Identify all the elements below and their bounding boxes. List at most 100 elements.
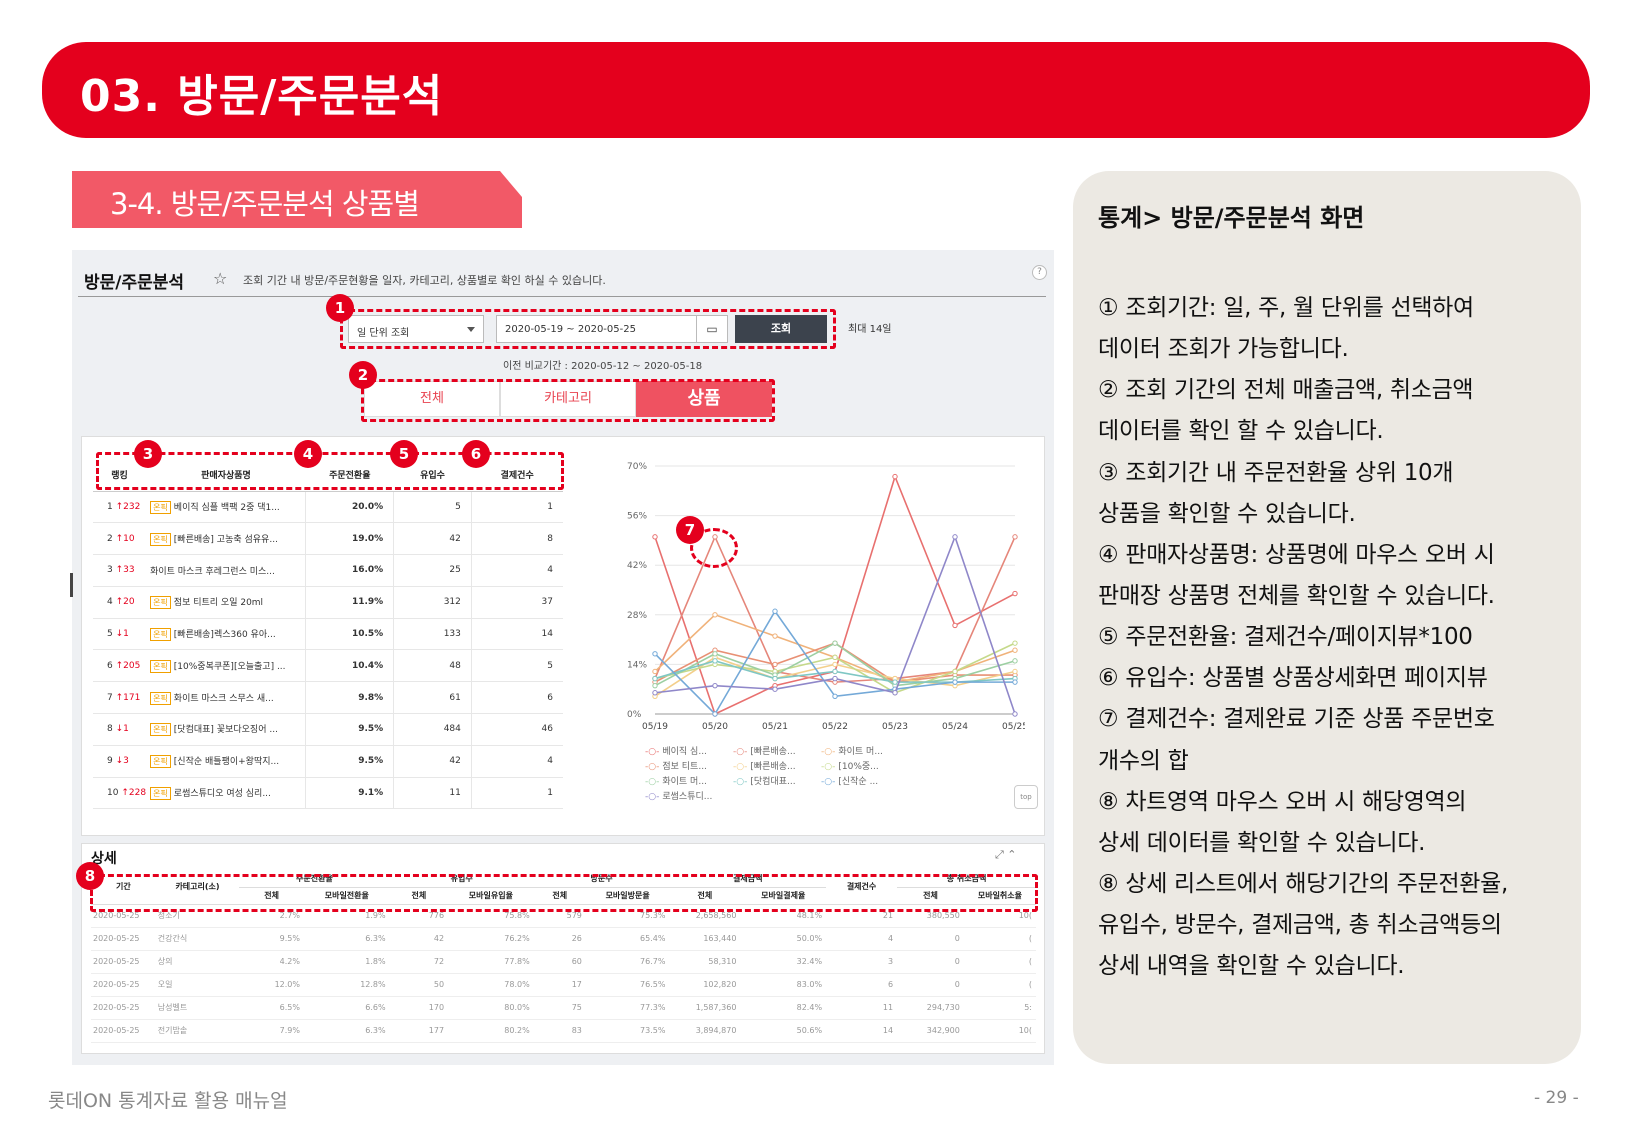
data-point bbox=[772, 608, 778, 614]
legend-item[interactable]: -○- [신작순 ... bbox=[821, 775, 909, 790]
rank-row[interactable]: 9 ↓3 온픽 [신작순 배틀팽이+왕딱지... 9.5% 42 4 bbox=[93, 745, 563, 778]
rank-row[interactable]: 4 ↑20 온픽 점보 티트리 오일 20ml 11.9% 312 37 bbox=[93, 586, 563, 619]
x-tick-label: 05/20 bbox=[702, 722, 728, 732]
top-button[interactable]: top bbox=[1014, 785, 1038, 809]
product-name: [빠른배송] 고농축 섬유유... bbox=[173, 534, 278, 545]
legend-label: 점보 티트... bbox=[662, 762, 707, 772]
detail-cell: 163,440 bbox=[669, 927, 741, 951]
rank-row[interactable]: 2 ↑10 온픽 [빠른배송] 고농축 섬유유... 19.0% 42 8 bbox=[93, 522, 563, 556]
x-tick-label: 05/24 bbox=[942, 722, 968, 732]
rank-cell: 1 ↑232 bbox=[93, 491, 147, 524]
detail-cell: 76.5% bbox=[585, 973, 670, 997]
data-point bbox=[832, 640, 838, 646]
conversion-value: 9.8% bbox=[305, 681, 395, 715]
expand-collapse-icon[interactable]: ⤢ ⌃ bbox=[995, 848, 1017, 862]
annotation-badge-1: 1 bbox=[326, 294, 354, 322]
product-name: [닷컴대표] 꽃보다오징어 ... bbox=[173, 725, 278, 736]
rank-row[interactable]: 6 ↑205 온픽 [10%중복쿠폰][오늘출고] ... 10.4% 48 5 bbox=[93, 649, 563, 683]
legend-label: [신작순 ... bbox=[838, 777, 879, 787]
legend-item[interactable]: -○- 화이트 머... bbox=[645, 775, 733, 790]
inflow-value: 5 bbox=[393, 491, 472, 524]
legend-item[interactable]: -○- [닷컴대표... bbox=[733, 775, 821, 790]
legend-marker-icon: -○- bbox=[645, 792, 660, 802]
series-line bbox=[654, 642, 1016, 694]
rank-number: 5 bbox=[107, 629, 113, 640]
favorite-star-icon[interactable]: ☆ bbox=[213, 269, 227, 288]
inflow-value: 48 bbox=[393, 649, 472, 683]
data-point bbox=[1012, 668, 1018, 675]
product-name-cell[interactable]: 온픽 점보 티트리 오일 20ml bbox=[146, 586, 307, 619]
product-name: 점보 티트리 오일 20ml bbox=[173, 598, 264, 609]
detail-cell: 2020-05-25 bbox=[91, 927, 156, 951]
legend-item[interactable]: -○- 베이직 심... bbox=[645, 745, 733, 760]
product-name-cell[interactable]: 온픽 [닷컴대표] 꽃보다오징어 ... bbox=[146, 713, 307, 746]
product-name: [빠른배송]렉스360 유아... bbox=[173, 630, 276, 641]
product-name-cell[interactable]: 온픽 [빠른배송]렉스360 유아... bbox=[146, 618, 307, 651]
data-point bbox=[1012, 590, 1018, 597]
detail-cell: 72 bbox=[389, 950, 449, 974]
legend-item[interactable]: -○- 점보 티트... bbox=[645, 760, 733, 775]
detail-cell: 상의 bbox=[155, 950, 240, 974]
legend-item[interactable]: -○- 로썸스튜디... bbox=[645, 790, 733, 805]
rank-cell: 9 ↓3 bbox=[93, 745, 147, 778]
product-name-cell[interactable]: 온픽 [빠른배송] 고농축 섬유유... bbox=[146, 522, 307, 556]
product-name-cell[interactable]: 온픽 로썸스튜디오 여성 심리... bbox=[146, 777, 307, 810]
detail-cell: 294,730 bbox=[897, 996, 964, 1020]
description-line: 유입수, 방문수, 결제금액, 총 취소금액등의 bbox=[1098, 912, 1502, 938]
detail-cell: 10( bbox=[963, 1019, 1036, 1043]
legend-item[interactable]: -○- [빠른배송... bbox=[733, 745, 821, 760]
detail-cell: ( bbox=[963, 927, 1036, 951]
detail-cell: 7.9% bbox=[239, 1019, 304, 1043]
conversion-value: 20.0% bbox=[305, 491, 395, 524]
conversion-line-chart[interactable]: 0% 14% 28% 42% 56% 70% 05/19 05/20 05/21 05/22 05/… bbox=[595, 456, 1025, 736]
product-name: 로썸스튜디오 여성 심리... bbox=[173, 789, 271, 800]
on-badge: 온픽 bbox=[150, 659, 171, 673]
legend-label: 베이직 심... bbox=[662, 747, 707, 757]
rank-number: 6 bbox=[107, 660, 113, 671]
rank-row[interactable]: 7 ↑171 온픽 화이트 마스크 스무스 새... 9.8% 61 6 bbox=[93, 681, 563, 715]
rank-number: 10 bbox=[107, 788, 119, 799]
help-icon[interactable]: ? bbox=[1032, 265, 1047, 280]
screen-title: 방문/주문분석 bbox=[84, 273, 185, 293]
data-point bbox=[832, 654, 838, 661]
product-name: [10%중복쿠폰][오늘출고] ... bbox=[173, 661, 286, 672]
y-tick-label: 70% bbox=[627, 462, 647, 472]
on-badge: 온픽 bbox=[150, 723, 171, 737]
detail-cell: 60 bbox=[533, 950, 586, 974]
legend-item[interactable]: -○- [10%중... bbox=[821, 760, 909, 775]
detail-cell: 26 bbox=[533, 927, 586, 951]
product-name-cell[interactable]: 온픽 베이직 심플 백팩 2중 댁1... bbox=[146, 491, 307, 524]
rank-row[interactable]: 5 ↓1 온픽 [빠른배송]렉스360 유아... 10.5% 133 14 bbox=[93, 618, 563, 651]
rank-number: 3 bbox=[107, 565, 113, 576]
rank-row[interactable]: 1 ↑232 온픽 베이직 심플 백팩 2중 댁1... 20.0% 5 1 bbox=[93, 491, 563, 524]
screen-description: 조회 기간 내 방문/주문현황을 일자, 카테고리, 상품별로 확인 하실 수 … bbox=[243, 274, 606, 287]
data-point bbox=[772, 633, 778, 639]
detail-cell: ( bbox=[963, 950, 1036, 974]
rank-row[interactable]: 8 ↓1 온픽 [닷컴대표] 꽃보다오징어 ... 9.5% 484 46 bbox=[93, 713, 563, 746]
product-name-cell[interactable]: 화이트 마스크 후레그런스 미스... bbox=[146, 554, 307, 587]
detail-cell: 4 bbox=[826, 927, 898, 951]
rank-row[interactable]: 10 ↑228 온픽 로썸스튜디오 여성 심리... 9.1% 11 1 bbox=[93, 777, 563, 810]
product-name-cell[interactable]: 온픽 화이트 마스크 스무스 새... bbox=[146, 681, 307, 715]
detail-cell: 3,894,870 bbox=[669, 1019, 741, 1043]
description-line: 데이터 조회가 가능합니다. bbox=[1098, 336, 1349, 362]
legend-item[interactable]: -○- [빠른배송... bbox=[733, 760, 821, 775]
rank-row[interactable]: 3 ↑33 화이트 마스크 후레그런스 미스... 16.0% 25 4 bbox=[93, 554, 563, 587]
detail-cell: 3 bbox=[826, 950, 898, 974]
product-name-cell[interactable]: 온픽 [신작순 배틀팽이+왕딱지... bbox=[146, 745, 307, 778]
legend-item[interactable]: -○- 화이트 머... bbox=[821, 745, 909, 760]
detail-cell: 50 bbox=[389, 973, 449, 997]
data-point bbox=[832, 675, 838, 682]
legend-label: [빠른배송... bbox=[750, 747, 796, 757]
product-name-cell[interactable]: 온픽 [10%중복쿠폰][오늘출고] ... bbox=[146, 649, 307, 683]
rank-number: 1 bbox=[107, 501, 113, 512]
detail-cell: 58,310 bbox=[669, 950, 741, 974]
rank-cell: 10 ↑228 bbox=[93, 777, 147, 810]
annotation-badge-7: 7 bbox=[676, 516, 704, 544]
on-badge: 온픽 bbox=[150, 500, 171, 514]
detail-cell: 2020-05-25 bbox=[91, 1019, 156, 1043]
annotation-badge-8: 8 bbox=[76, 862, 104, 890]
rank-table: 랭킹 판매자상품명 주문전환율 유입수 결제건수 1 ↑232 온픽 베이직 심플 … bbox=[93, 459, 563, 810]
detail-cell: 102,820 bbox=[669, 973, 741, 997]
legend-label: 화이트 머... bbox=[838, 747, 883, 757]
